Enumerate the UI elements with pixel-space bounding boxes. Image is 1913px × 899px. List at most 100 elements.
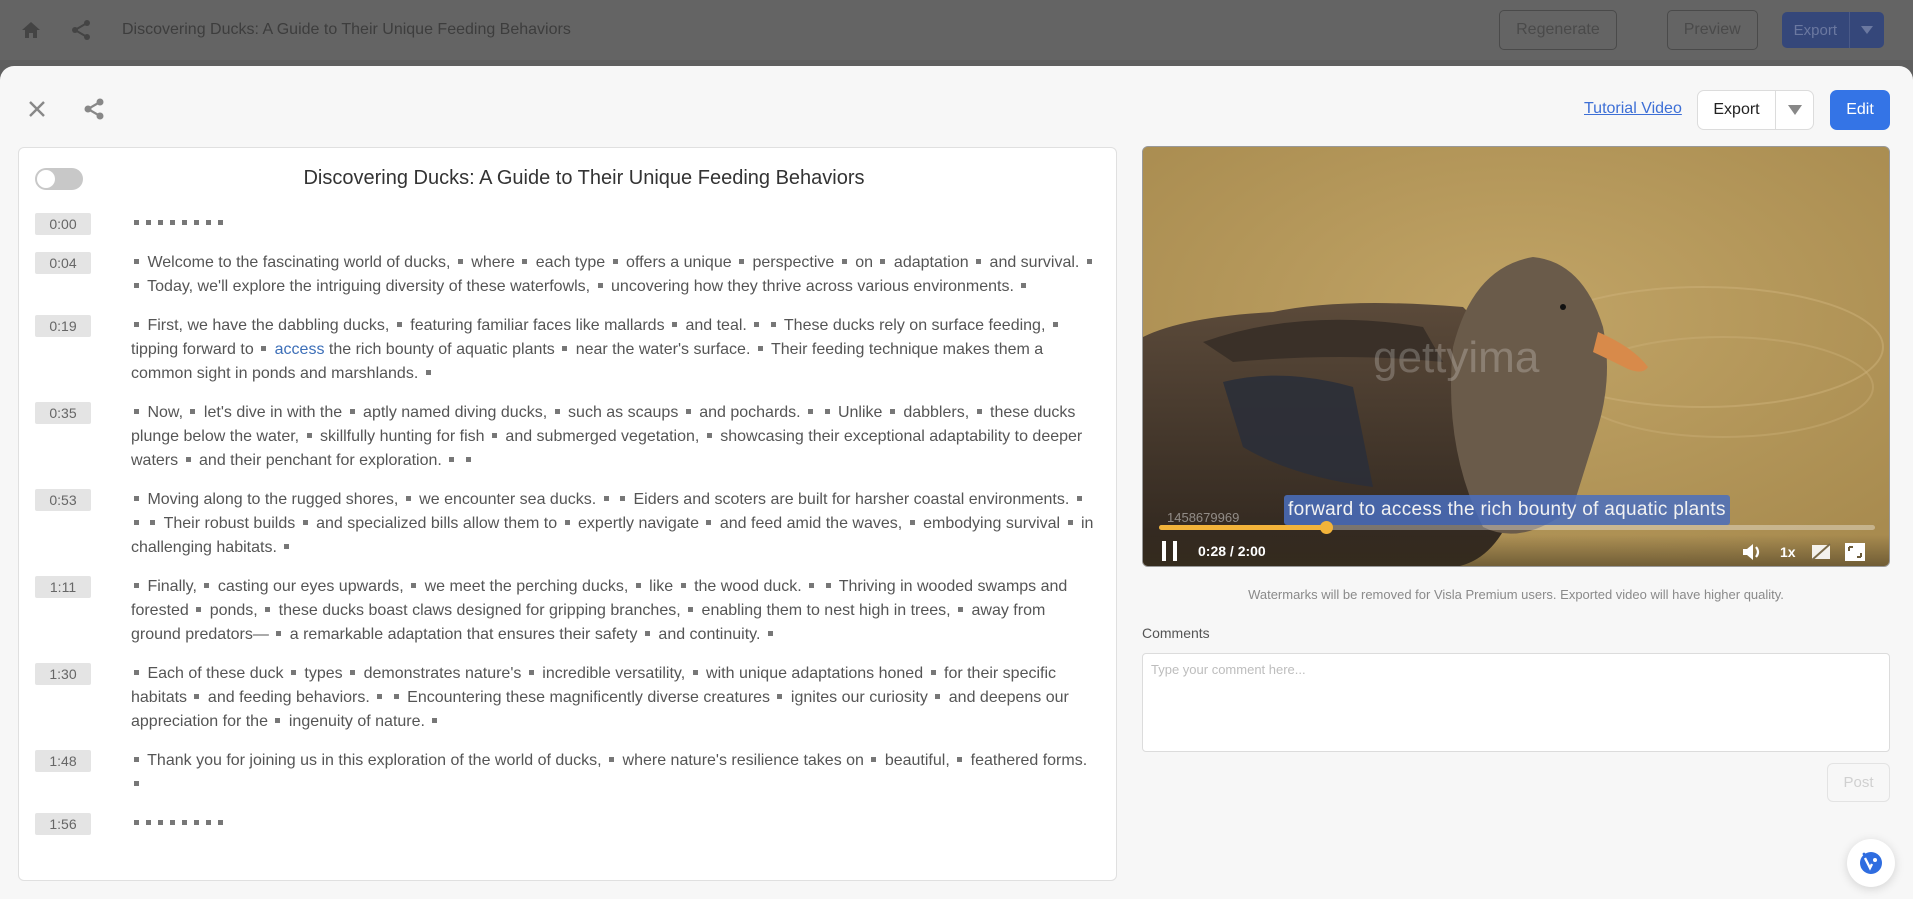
video-controls: 0:28 / 2:00 1x: [1143, 535, 1889, 566]
segment-text[interactable]: Moving along to the rugged shores, we en…: [131, 488, 1097, 560]
segment-timestamp[interactable]: 1:30: [35, 663, 91, 685]
pause-marker: [134, 820, 139, 826]
pause-marker: [134, 259, 139, 265]
export-button[interactable]: Export: [1698, 91, 1776, 129]
pause-marker: [1086, 259, 1092, 265]
pause-marker: [206, 820, 211, 826]
segment-text[interactable]: Now, let's dive in with the aptly named …: [131, 401, 1097, 473]
pause-marker: [449, 457, 455, 463]
pause-marker: [425, 370, 431, 376]
share-icon[interactable]: [83, 97, 105, 121]
pause-marker: [393, 694, 399, 700]
pause-marker: [880, 259, 886, 265]
edit-button[interactable]: Edit: [1830, 90, 1890, 130]
segment-timestamp[interactable]: 1:56: [35, 813, 91, 835]
pause-marker: [146, 220, 151, 226]
pause-marker: [871, 757, 877, 763]
pause-marker: [134, 670, 139, 676]
pause-marker: [465, 457, 471, 463]
segment-text[interactable]: Finally, casting our eyes upwards, we me…: [131, 575, 1097, 647]
video-progress-bar[interactable]: [1159, 521, 1875, 534]
current-word-highlight: access: [274, 341, 325, 358]
pause-marker: [841, 259, 847, 265]
progress-fill: [1159, 525, 1326, 530]
segment-timestamp[interactable]: 1:48: [35, 750, 91, 772]
pause-marker: [196, 607, 202, 613]
segment-text[interactable]: [131, 212, 1097, 236]
comment-input[interactable]: [1142, 653, 1890, 752]
transcript-segment: 1:11 Finally, casting our eyes upwards, …: [35, 576, 1115, 647]
watermark-note: Watermarks will be removed for Visla Pre…: [1248, 587, 1784, 602]
close-icon[interactable]: [26, 98, 48, 120]
home-icon[interactable]: [20, 19, 42, 41]
pause-marker: [757, 346, 763, 352]
pause-marker: [554, 409, 560, 415]
time-display: 0:28 / 2:00: [1198, 543, 1266, 559]
segment-timestamp[interactable]: 0:04: [35, 252, 91, 274]
segment-text[interactable]: First, we have the dabbling ducks, featu…: [131, 314, 1097, 386]
visla-chat-icon: [1860, 852, 1882, 874]
pause-marker: [206, 220, 211, 226]
preview-button[interactable]: Preview: [1666, 10, 1758, 50]
pause-marker: [777, 694, 783, 700]
segment-timestamp[interactable]: 1:11: [35, 576, 91, 598]
segment-text[interactable]: [131, 812, 1097, 836]
segment-timestamp[interactable]: 0:53: [35, 489, 91, 511]
pause-marker: [685, 409, 691, 415]
segment-text[interactable]: Welcome to the fascinating world of duck…: [131, 251, 1097, 299]
pause-marker: [957, 757, 963, 763]
modal-header: Tutorial Video Export Edit: [0, 66, 1913, 146]
chevron-down-icon[interactable]: [1776, 91, 1813, 129]
pause-marker: [405, 496, 411, 502]
pause-marker: [182, 820, 187, 826]
pause-marker: [609, 757, 615, 763]
chevron-down-icon[interactable]: [1850, 12, 1884, 48]
post-comment-button[interactable]: Post: [1827, 763, 1890, 802]
pause-marker: [190, 409, 196, 415]
tutorial-video-link[interactable]: Tutorial Video: [1584, 100, 1682, 118]
pause-marker: [688, 607, 694, 613]
pause-marker: [146, 820, 151, 826]
pause-marker: [1052, 322, 1058, 328]
share-icon[interactable]: [70, 19, 92, 41]
top-export-button[interactable]: Export: [1782, 12, 1850, 48]
pause-marker: [185, 457, 191, 463]
segment-text[interactable]: Each of these duck types demonstrates na…: [131, 662, 1097, 734]
pause-marker: [150, 520, 156, 526]
segment-text[interactable]: Thank you for joining us in this explora…: [131, 749, 1097, 797]
transcript-segment: 0:19 First, we have the dabbling ducks, …: [35, 315, 1115, 386]
help-chat-button[interactable]: [1847, 839, 1895, 887]
pause-marker: [739, 259, 745, 265]
fullscreen-icon[interactable]: [1845, 542, 1865, 562]
segment-timestamp[interactable]: 0:00: [35, 213, 91, 235]
app-top-bar: Discovering Ducks: A Guide to Their Uniq…: [0, 0, 1913, 60]
transcript-title: Discovering Ducks: A Guide to Their Uniq…: [303, 167, 865, 189]
pause-marker: [204, 583, 210, 589]
comments-label: Comments: [1142, 625, 1210, 641]
regenerate-button[interactable]: Regenerate: [1499, 10, 1617, 50]
video-player[interactable]: gettyima 1458679969 forward to access th…: [1142, 146, 1890, 567]
pause-marker: [644, 631, 650, 637]
pause-marker: [635, 583, 641, 589]
playback-speed-button[interactable]: 1x: [1780, 542, 1796, 562]
pause-marker: [377, 694, 383, 700]
transcript-panel: Discovering Ducks: A Guide to Their Uniq…: [18, 147, 1117, 881]
volume-icon[interactable]: [1741, 542, 1763, 562]
pause-marker: [194, 820, 199, 826]
pause-marker: [809, 583, 815, 589]
captions-off-icon[interactable]: [1811, 542, 1831, 562]
transcript-segment: 1:48 Thank you for joining us in this ex…: [35, 750, 1115, 797]
pause-marker: [808, 409, 814, 415]
pause-marker: [134, 322, 139, 328]
pause-marker: [672, 322, 678, 328]
pause-marker: [706, 520, 712, 526]
pause-marker: [935, 694, 941, 700]
pause-marker: [411, 583, 417, 589]
pause-marker: [692, 670, 698, 676]
segment-timestamp[interactable]: 0:19: [35, 315, 91, 337]
pause-marker: [349, 409, 355, 415]
pause-icon[interactable]: [1162, 541, 1178, 561]
segment-timestamp[interactable]: 0:35: [35, 402, 91, 424]
progress-handle[interactable]: [1319, 521, 1333, 534]
pause-marker: [182, 220, 187, 226]
